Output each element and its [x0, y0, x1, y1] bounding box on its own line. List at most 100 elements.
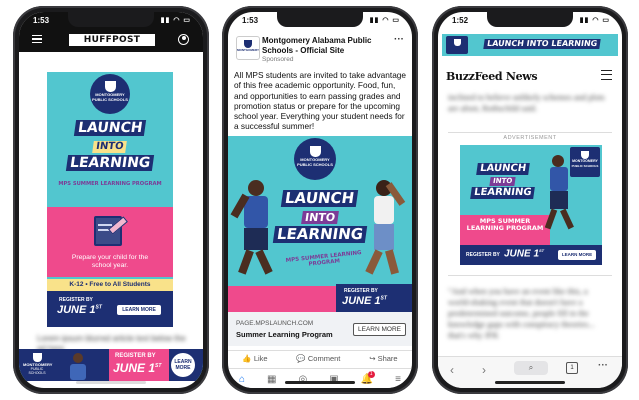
home-indicator	[495, 381, 565, 384]
headline-into: INTO	[92, 141, 128, 153]
link-preview[interactable]: PAGE.MPSLAUNCH.COM Summer Learning Progr…	[228, 312, 412, 346]
facebook-screen: 1:53 ▮▮ ◠ ▭ MONTGOMERY Montgomery Alabam…	[228, 12, 412, 388]
register-date: JUNE 1ST	[57, 304, 102, 316]
facebook-ad-image[interactable]: MONTGOMERY PUBLIC SCHOOLS LAUNCH INTO LE…	[228, 136, 412, 312]
mps-logo: MONTGOMERY PUBLIC SCHOOLS	[294, 138, 336, 180]
signal-wifi-battery-icon: ▮▮ ◠ ▭	[160, 17, 191, 24]
learn-more-button[interactable]: LEARN MORE	[353, 323, 406, 336]
top-banner-shield-icon	[453, 39, 461, 46]
logo-text-line2: PUBLIC SCHOOLS	[297, 162, 333, 167]
register-by-label: REGISTER BY	[344, 288, 378, 294]
post-actions: 👍 Like 💬 Comment ↪ Share	[228, 350, 412, 368]
notch	[487, 12, 573, 27]
huffpost-display-ad[interactable]: MONTGOMERY PUBLIC SCHOOLS LAUNCH INTO LE…	[47, 72, 173, 327]
mps-logo: MONTGOMERY PUBLIC SCHOOLS	[90, 74, 130, 114]
advertisement-label: ADVERTISEMENT	[503, 135, 557, 141]
share-button[interactable]: ↪ Share	[369, 354, 397, 368]
banner-shield-icon	[32, 353, 42, 362]
program-name: MPS SUMMER LEARNING PROGRAM	[285, 250, 362, 268]
comment-button[interactable]: 💬 Comment	[296, 354, 340, 368]
back-icon[interactable]: ‹	[450, 363, 454, 377]
page-avatar[interactable]: MONTGOMERY	[236, 36, 260, 60]
signal-wifi-battery-icon: ▮▮ ◠ ▭	[369, 17, 400, 24]
home-tab-icon[interactable]: ⌂	[239, 374, 245, 385]
more-icon[interactable]: ···	[598, 360, 608, 371]
account-icon[interactable]	[178, 34, 189, 45]
k12-text: K-12 • Free to All Students	[69, 281, 151, 288]
forward-icon[interactable]: ›	[482, 363, 486, 377]
headline-into: INTO	[489, 177, 517, 186]
notification-badge: 1	[367, 370, 375, 378]
like-icon: 👍	[242, 354, 252, 363]
launch-headline: LAUNCH INTO LEARNING	[264, 189, 376, 243]
menu-icon[interactable]	[601, 70, 612, 80]
home-indicator	[76, 381, 146, 384]
like-label: Like	[253, 354, 268, 363]
learn-more-button[interactable]: LEARN MORE	[117, 305, 161, 315]
headline-launch: LAUNCH	[281, 189, 359, 207]
program-line2: LEARNING PROGRAM	[466, 224, 544, 232]
register-date-sup: ST	[380, 295, 387, 302]
headline-launch: LAUNCH	[476, 163, 530, 175]
bottom-nav: ⌂ ▦ ◎ ▣ 🔔 1 ≡	[228, 368, 412, 388]
banner-date-sup: ST	[155, 363, 162, 369]
shield-icon	[581, 151, 589, 159]
mps-logo: MONTGOMERY PUBLIC SCHOOLS	[570, 147, 600, 177]
huffpost-sticky-banner[interactable]: MONTGOMERY PUBLIC SCHOOLS REGISTER BY JU…	[19, 349, 203, 381]
notch	[68, 12, 154, 27]
banner-more-text: MORE	[175, 365, 191, 371]
comment-icon: 💬	[296, 354, 306, 363]
learn-more-button[interactable]: LEARN MORE	[558, 250, 596, 260]
share-label: Share	[377, 354, 398, 363]
headline-learning: LEARNING	[470, 187, 536, 199]
search-icon[interactable]: ⌕	[514, 361, 548, 375]
buzzfeed-screen: 1:52 ▮▮ ◠ ▭ LAUNCH INTO LEARNING BuzzFee…	[438, 12, 622, 388]
huffpost-logo[interactable]: HUFFPOST	[69, 34, 155, 46]
more-options-icon[interactable]: ···	[394, 35, 404, 45]
page-name-link[interactable]: Montgomery Alabama Public Schools - Offi…	[262, 36, 384, 55]
register-date-text: JUNE 1	[504, 248, 540, 260]
logo-text-line2: PUBLIC SCHOOLS	[92, 97, 128, 102]
register-panel: REGISTER BY JUNE 1ST LEARN MORE	[47, 291, 173, 327]
notch	[277, 12, 363, 27]
buzzfeed-ad[interactable]: LAUNCH INTO LEARNING MPS SUMMER LEARNING…	[460, 145, 602, 265]
register-date-sup: ST	[539, 248, 545, 253]
phone-buzzfeed: 1:52 ▮▮ ◠ ▭ LAUNCH INTO LEARNING BuzzFee…	[432, 6, 628, 394]
buzzfeed-top-banner[interactable]: LAUNCH INTO LEARNING	[442, 34, 618, 56]
huffpost-screen: 1:53 ▮▮ ◠ ▭ HUFFPOST MONTGOMERY PUBLIC S…	[19, 12, 203, 388]
marketplace-tab-icon[interactable]: ▦	[267, 374, 276, 385]
register-date-text: JUNE 1	[57, 304, 96, 316]
banner-register-by: REGISTER BY	[115, 353, 156, 359]
hamburger-menu-icon[interactable]	[32, 35, 42, 43]
menu-tab-icon[interactable]: ≡	[395, 374, 401, 385]
banner-date-text: JUNE 1	[113, 361, 156, 375]
prepare-text: Prepare your child for the school year.	[71, 254, 149, 269]
huffpost-logo-text: HUFFPOST	[83, 35, 141, 45]
buzzfeed-news-logo[interactable]: BuzzFeed News	[446, 70, 538, 83]
notebook-pencil-icon	[90, 212, 128, 246]
register-date-text: JUNE 1	[342, 295, 381, 307]
blurred-article-bottom: "And when you have an event like this, a…	[448, 286, 595, 340]
register-by-label: REGISTER BY	[466, 252, 500, 258]
status-time: 1:53	[242, 16, 259, 25]
banner-logo: MONTGOMERY PUBLIC SCHOOLS	[23, 353, 52, 375]
status-time: 1:52	[452, 16, 469, 25]
register-date: JUNE 1ST	[504, 248, 544, 259]
headline-learning: LEARNING	[65, 155, 155, 171]
sponsored-label: Sponsored	[262, 56, 294, 63]
banner-date: JUNE 1ST	[113, 361, 161, 375]
like-button[interactable]: 👍 Like	[242, 354, 267, 368]
blurred-article-top: inclined to believe unlikely schemes and…	[448, 92, 605, 113]
top-banner-logo-block	[446, 36, 468, 54]
post-text: All MPS students are invited to take adv…	[234, 70, 407, 132]
link-url: PAGE.MPSLAUNCH.COM	[236, 320, 314, 327]
shield-icon	[309, 146, 321, 157]
register-panel: REGISTER BY JUNE 1ST	[336, 284, 412, 312]
status-time: 1:53	[33, 16, 50, 25]
signal-wifi-battery-icon: ▮▮ ◠ ▭	[579, 17, 610, 24]
headline-learning: LEARNING	[272, 225, 368, 243]
tabs-button[interactable]: 1	[566, 362, 578, 374]
banner-learn-more-button[interactable]: LEARN MORE	[171, 353, 195, 377]
notifications-tab-icon[interactable]: 🔔 1	[361, 370, 375, 385]
register-date: JUNE 1ST	[342, 295, 387, 307]
